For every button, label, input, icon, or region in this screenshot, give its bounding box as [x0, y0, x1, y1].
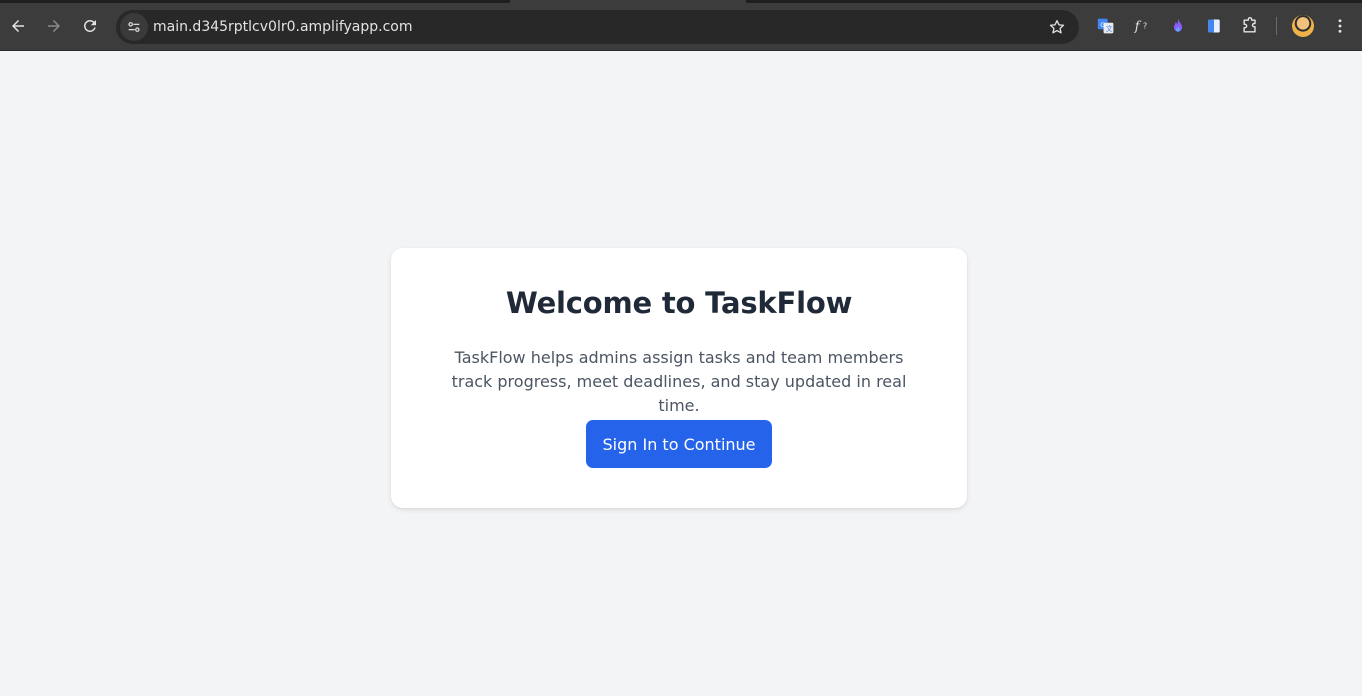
star-icon — [1049, 19, 1065, 34]
sign-in-button[interactable]: Sign In to Continue — [586, 420, 772, 468]
translate-extension[interactable]: G 文 — [1095, 15, 1117, 37]
font-finder-extension[interactable]: f ? — [1131, 15, 1153, 37]
puzzle-icon — [1243, 17, 1256, 33]
welcome-description: TaskFlow helps admins assign tasks and t… — [451, 348, 907, 415]
welcome-card: Welcome to TaskFlow TaskFlow helps admin… — [391, 248, 967, 508]
back-arrow-icon — [12, 20, 24, 32]
blue-book-extension[interactable] — [1203, 15, 1225, 37]
font-finder-icon: f ? — [1134, 19, 1148, 34]
forward-arrow-icon — [48, 20, 60, 32]
url-text[interactable]: main.d345rptlcv0lr0.amplifyapp.com — [153, 10, 413, 44]
svg-text:G: G — [1100, 21, 1105, 29]
toolbar-divider — [1276, 17, 1277, 35]
translate-icon: G 文 — [1097, 18, 1114, 34]
page-body: Welcome to TaskFlow TaskFlow helps admin… — [0, 51, 1362, 696]
svg-text:文: 文 — [1106, 24, 1113, 33]
svg-text:f: f — [1134, 19, 1142, 34]
site-info-button[interactable] — [120, 13, 148, 41]
browser-menu-button[interactable] — [1329, 13, 1351, 39]
blue-book-icon — [1208, 19, 1220, 33]
back-button[interactable] — [5, 13, 31, 39]
tab-strip — [0, 0, 1362, 3]
purple-flame-icon — [1173, 18, 1183, 32]
bookmark-star-button[interactable] — [1047, 17, 1067, 37]
more-vert-icon — [1338, 19, 1342, 33]
browser-toolbar: main.d345rptlcv0lr0.amplifyapp.com G 文 f… — [0, 0, 1362, 51]
forward-button[interactable] — [41, 13, 67, 39]
svg-text:?: ? — [1143, 21, 1147, 31]
welcome-title: Welcome to TaskFlow — [505, 286, 853, 320]
extensions-menu-button[interactable] — [1239, 15, 1261, 37]
address-bar[interactable]: main.d345rptlcv0lr0.amplifyapp.com — [116, 10, 1079, 44]
reload-button[interactable] — [77, 13, 103, 39]
profile-avatar[interactable] — [1292, 15, 1314, 37]
active-tab-edge[interactable] — [510, 0, 746, 3]
purple-flame-extension[interactable] — [1167, 15, 1189, 37]
tune-icon — [128, 22, 140, 32]
reload-icon — [83, 19, 96, 32]
